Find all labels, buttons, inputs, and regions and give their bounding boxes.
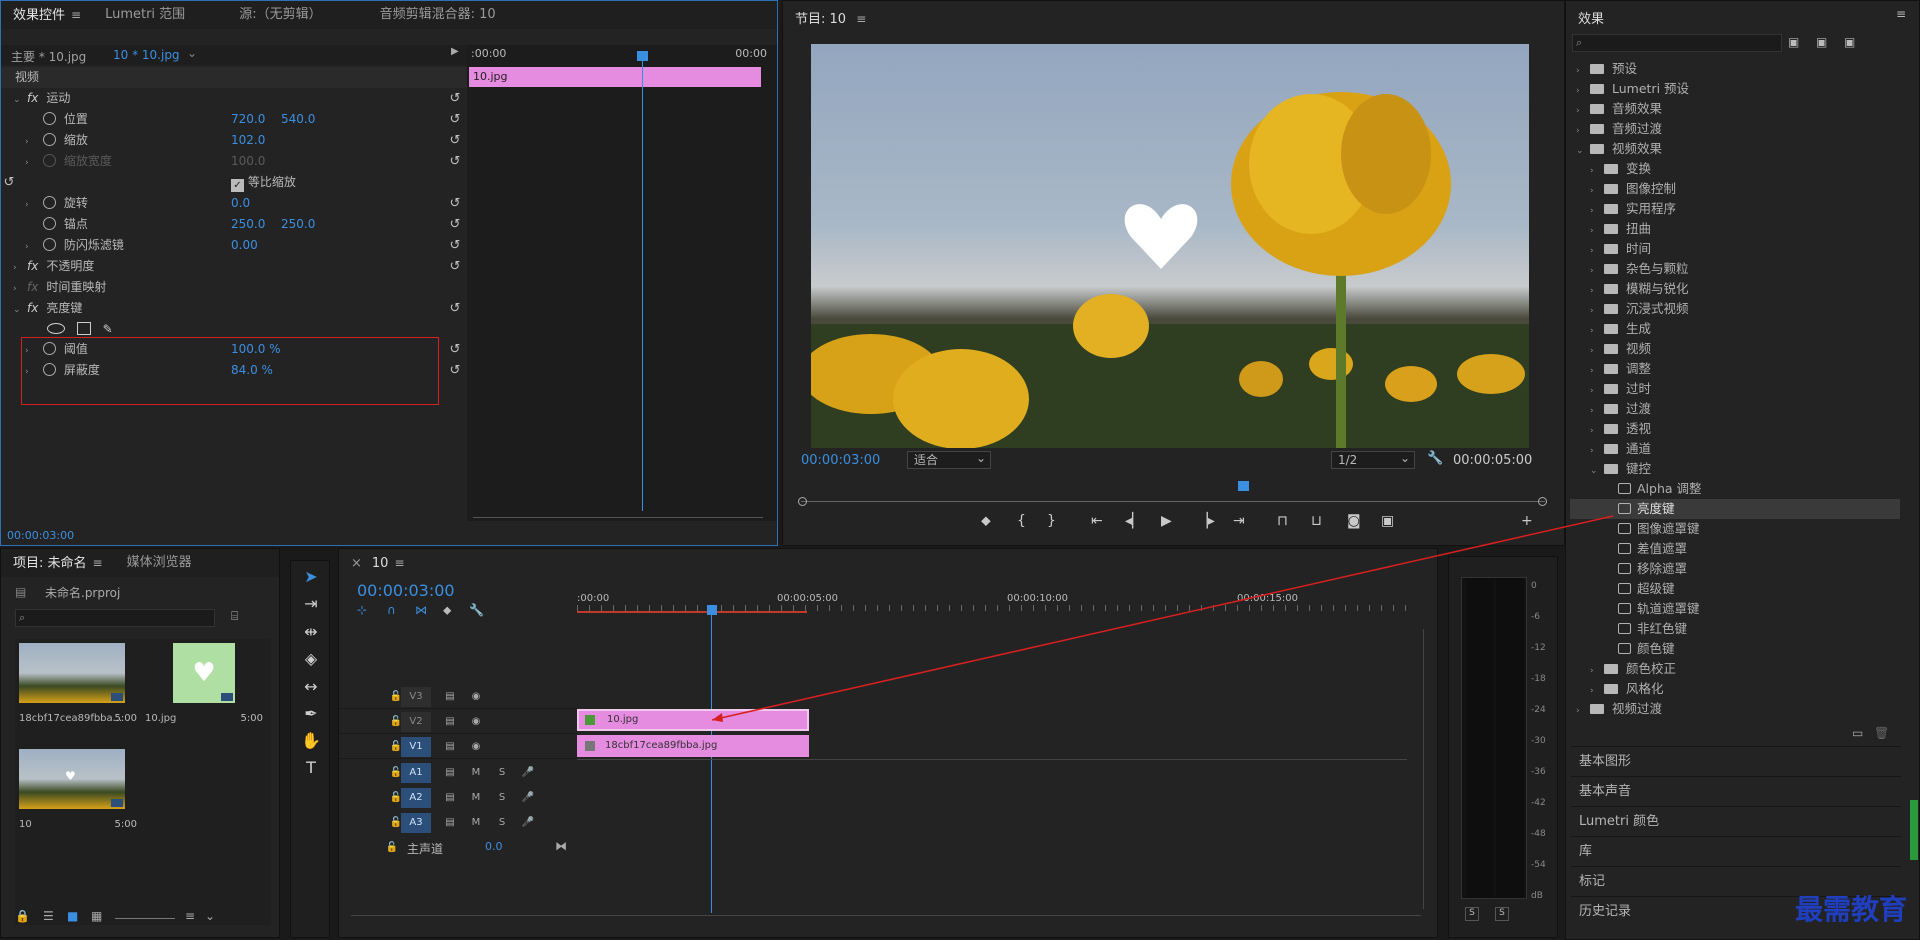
- meter-tick-label: -6: [1531, 612, 1540, 622]
- meter-bars: [1461, 577, 1527, 899]
- audio-meter-panel: 0 -6 -12 -18 -24 -30 -36 -42 -48 -54 dB S S: [1448, 556, 1558, 938]
- meter-tick-label: 0: [1531, 581, 1537, 591]
- annotation-arrow: [711, 515, 1614, 722]
- meter-tick-label: -30: [1531, 736, 1546, 746]
- meter-left-channel: [1466, 578, 1494, 898]
- meter-right-channel: [1496, 578, 1524, 898]
- solo-left-button[interactable]: S: [1465, 907, 1479, 921]
- meter-tick-label: -48: [1531, 829, 1546, 839]
- meter-scale: 0 -6 -12 -18 -24 -30 -36 -42 -48 -54 dB: [1531, 581, 1555, 901]
- meter-tick-label: -24: [1531, 705, 1546, 715]
- meter-tick-label: -18: [1531, 674, 1546, 684]
- meter-tick-label: -12: [1531, 643, 1546, 653]
- meter-tick-label: -54: [1531, 860, 1546, 870]
- meter-tick-label: dB: [1531, 891, 1543, 901]
- solo-right-button[interactable]: S: [1495, 907, 1509, 921]
- meter-tick-label: -36: [1531, 767, 1546, 777]
- meter-tick-label: -42: [1531, 798, 1546, 808]
